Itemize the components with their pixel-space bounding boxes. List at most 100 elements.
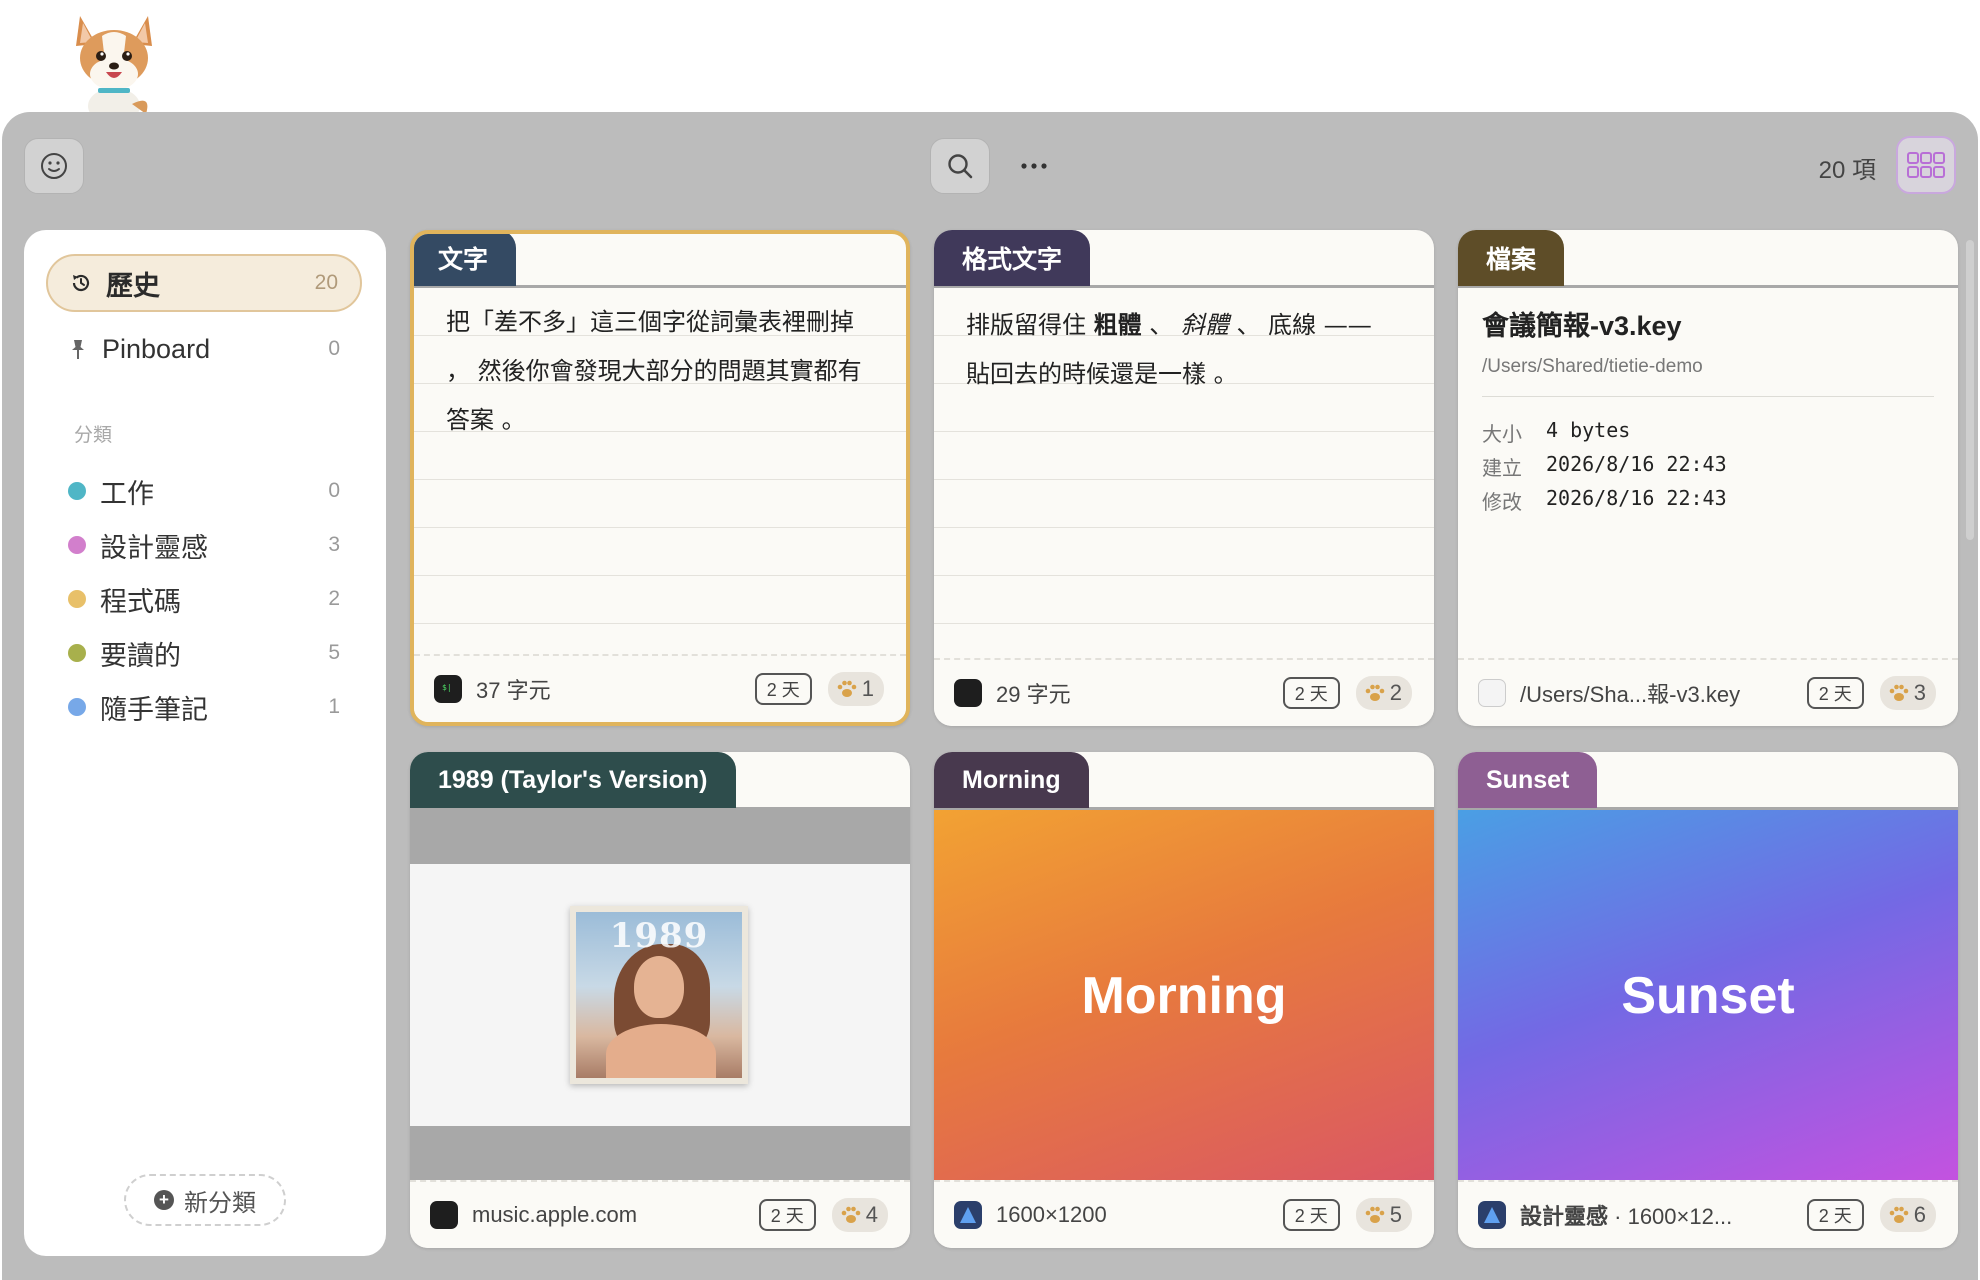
age-badge: 2 天	[754, 673, 812, 705]
paste-count-badge: 4	[831, 1198, 888, 1232]
category-color-dot	[68, 482, 86, 500]
card-tab-row: 格式文字	[934, 230, 1434, 288]
card-footer: /Users/Sha...報-v3.key 2 天 3	[1458, 658, 1958, 726]
clip-text: 把「差不多」這三個字從詞彙表裡刪掉 ， 然後你會發現大部分的問題其實都有答案 。	[446, 308, 862, 434]
sidebar-item-label: Pinboard	[102, 333, 211, 364]
age-badge: 2 天	[1282, 1199, 1340, 1231]
sidebar-item-count: 5	[328, 641, 340, 664]
card-footer: 29 字元 2 天 2	[934, 658, 1434, 726]
image-text: Sunset	[1621, 967, 1795, 1025]
sidebar-item-count: 2	[328, 587, 340, 610]
card-footer: $| 37 字元 2 天 1	[414, 654, 906, 722]
sidebar-item-pinboard[interactable]: Pinboard 0	[46, 320, 362, 378]
clip-card-image-sunset[interactable]: Sunset Sunset 設計靈感 · 1600×12... 2 天 6	[1458, 752, 1958, 1248]
card-footer: 設計靈感 · 1600×12... 2 天 6	[1458, 1180, 1958, 1248]
meta-value: 2026/8/16 22:43	[1546, 486, 1727, 510]
rich-text-plain: 排版留得住	[966, 311, 1094, 339]
paste-count-badge: 3	[1879, 676, 1936, 710]
file-path: /Users/Shared/tietie-demo	[1482, 356, 1703, 377]
category-color-dot	[68, 536, 86, 554]
paste-count: 6	[1913, 1202, 1926, 1227]
rich-text-plain: 、	[1228, 311, 1269, 339]
card-type-tab: Sunset	[1458, 752, 1598, 808]
sidebar-category-notes[interactable]: 隨手筆記 1	[46, 678, 362, 736]
meta-key: 大小	[1482, 424, 1522, 446]
design-app-icon	[1478, 1201, 1506, 1229]
paste-count: 1	[861, 676, 874, 701]
category-color-dot	[68, 590, 86, 608]
image-preview: Morning	[934, 810, 1434, 1182]
plus-icon: +	[154, 1190, 174, 1210]
clip-card-rich-text[interactable]: 格式文字 排版留得住 粗體 、 斜體 、 底線 —— 貼回去的時候還是一樣 。 …	[934, 230, 1434, 726]
card-tab-row: 檔案	[1458, 230, 1958, 288]
more-options-button[interactable]	[1010, 138, 1058, 194]
sidebar-item-history[interactable]: 歷史 20	[46, 254, 362, 312]
corgi-mascot	[66, 10, 162, 126]
paste-count-badge: 6	[1879, 1198, 1936, 1232]
sidebar-category-to-read[interactable]: 要讀的 5	[46, 624, 362, 682]
card-type-tab: 1989 (Taylor's Version)	[410, 752, 736, 808]
paw-icon	[1365, 684, 1385, 701]
emoji-button[interactable]	[24, 138, 84, 194]
paste-count: 5	[1389, 1202, 1402, 1227]
clip-card-image-morning[interactable]: Morning Morning 1600×1200 2 天 5	[934, 752, 1434, 1248]
search-button[interactable]	[930, 138, 990, 194]
sidebar-category-work[interactable]: 工作 0	[46, 462, 362, 520]
sidebar-category-design[interactable]: 設計靈感 3	[46, 516, 362, 574]
sidebar-item-label: 隨手筆記	[100, 694, 208, 725]
age-badge: 2 天	[1282, 677, 1340, 709]
grid-view-button[interactable]	[1896, 136, 1956, 194]
search-icon	[948, 154, 973, 179]
card-tab-row: Morning	[934, 752, 1434, 810]
card-footer: 1600×1200 2 天 5	[934, 1180, 1434, 1248]
image-category-and-dimensions: 設計靈感 · 1600×12...	[1520, 1199, 1807, 1231]
paw-icon	[1889, 684, 1909, 701]
paw-icon	[1889, 1206, 1909, 1223]
new-category-button[interactable]: + 新分類	[124, 1174, 286, 1226]
ellipsis-icon	[1021, 163, 1047, 169]
meta-value: 4 bytes	[1546, 418, 1631, 442]
sidebar-item-count: 3	[328, 533, 340, 556]
age-badge: 2 天	[1806, 1199, 1864, 1231]
clip-card-file[interactable]: 檔案 會議簡報-v3.key /Users/Shared/tietie-demo…	[1458, 230, 1958, 726]
pin-icon	[72, 340, 84, 359]
link-domain: music.apple.com	[472, 1202, 638, 1227]
smiley-icon	[41, 153, 67, 179]
sidebar-category-code[interactable]: 程式碼 2	[46, 570, 362, 628]
image-dimensions: · 1600×12...	[1614, 1204, 1733, 1229]
file-name: 會議簡報-v3.key	[1482, 311, 1682, 341]
terminal-app-icon: $|	[434, 675, 462, 703]
sidebar-item-count: 20	[314, 271, 338, 294]
sidebar: 歷史 20 Pinboard 0 分類 工作 0 設計靈感 3 程式碼 2 要讀…	[24, 230, 386, 1256]
history-icon	[72, 274, 90, 292]
file-meta-created: 建立 2026/8/16 22:43	[1482, 452, 1727, 481]
card-tab-row: Sunset	[1458, 752, 1958, 810]
clip-card-link[interactable]: 1989 (Taylor's Version) 1989 music.apple…	[410, 752, 910, 1248]
char-count: 37 字元	[476, 678, 551, 703]
sidebar-item-label: 設計靈感	[100, 532, 208, 563]
rich-text-underline: 底線	[1268, 311, 1317, 339]
rich-text-plain: 、	[1141, 311, 1181, 339]
rich-text-italic: 斜體	[1180, 311, 1229, 339]
new-category-label: 新分類	[184, 1189, 256, 1217]
album-cover-frame: 1989	[570, 906, 748, 1084]
paste-count-badge: 2	[1355, 676, 1412, 710]
file-meta-size: 大小 4 bytes	[1482, 418, 1630, 447]
sidebar-item-label: 要讀的	[100, 640, 181, 671]
category-color-dot	[68, 698, 86, 716]
file-path-short: /Users/Sha...報-v3.key	[1520, 682, 1741, 707]
meta-key: 建立	[1482, 458, 1522, 480]
sidebar-item-label: 程式碼	[100, 586, 181, 617]
sidebar-item-label: 工作	[100, 478, 154, 509]
footer-category: 設計靈感	[1520, 1204, 1609, 1229]
scrollbar[interactable]	[1966, 240, 1974, 540]
paw-icon	[1365, 1206, 1385, 1223]
meta-key: 修改	[1482, 492, 1522, 514]
image-text: Morning	[1081, 967, 1287, 1025]
clip-card-text[interactable]: 文字 把「差不多」這三個字從詞彙表裡刪掉 ， 然後你會發現大部分的問題其實都有答…	[410, 230, 910, 726]
item-count: 20 項	[1818, 157, 1876, 184]
sidebar-item-count: 1	[328, 695, 340, 718]
clip-rich-text: 排版留得住 粗體 、 斜體 、 底線 —— 貼回去的時候還是一樣 。	[966, 300, 1394, 399]
meta-value: 2026/8/16 22:43	[1546, 452, 1727, 476]
card-tab-row: 文字	[414, 234, 906, 288]
